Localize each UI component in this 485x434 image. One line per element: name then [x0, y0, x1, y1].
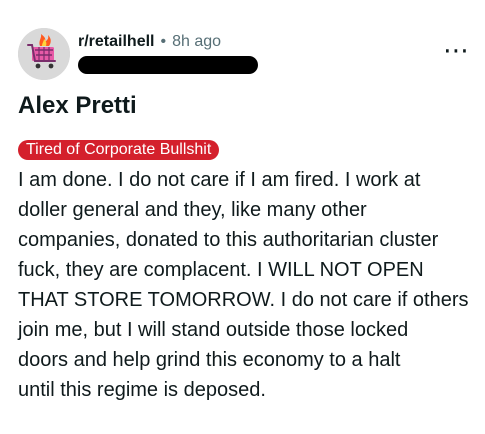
post-body-line: doors and help grind this economy to a h…	[18, 349, 401, 371]
subreddit-link[interactable]: r/retailhell	[78, 32, 154, 52]
post-body-line: join me, but I will stand outside those …	[18, 319, 409, 341]
post-body-line: companies, donated to this authoritarian…	[18, 229, 439, 251]
more-options-icon[interactable]: ⋯	[443, 37, 469, 63]
post-card: r/retailhell • 8h ago ⋯ Alex Pretti Tire…	[0, 0, 485, 434]
post-body-line: THAT STORE TOMORROW. I do not care if ot…	[18, 289, 469, 311]
post-body: I am done. I do not care if I am fired. …	[18, 165, 469, 405]
meta-separator: •	[160, 33, 167, 50]
post-meta: r/retailhell • 8h ago	[78, 32, 221, 52]
post-body-line: until this regime is deposed.	[18, 379, 266, 401]
redacted-username	[78, 56, 258, 74]
post-body-line: I am done. I do not care if I am fired. …	[18, 169, 421, 191]
subreddit-avatar[interactable]	[18, 28, 70, 80]
post-header: r/retailhell • 8h ago ⋯	[18, 28, 469, 80]
post-time: 8h ago	[172, 33, 222, 50]
post-flair[interactable]: Tired of Corporate Bullshit	[18, 140, 220, 160]
post-title[interactable]: Alex Pretti	[18, 92, 137, 120]
post-body-line: doller general and they, like many other	[18, 199, 367, 221]
post-body-line: fuck, they are complacent. I WILL NOT OP…	[18, 259, 424, 281]
